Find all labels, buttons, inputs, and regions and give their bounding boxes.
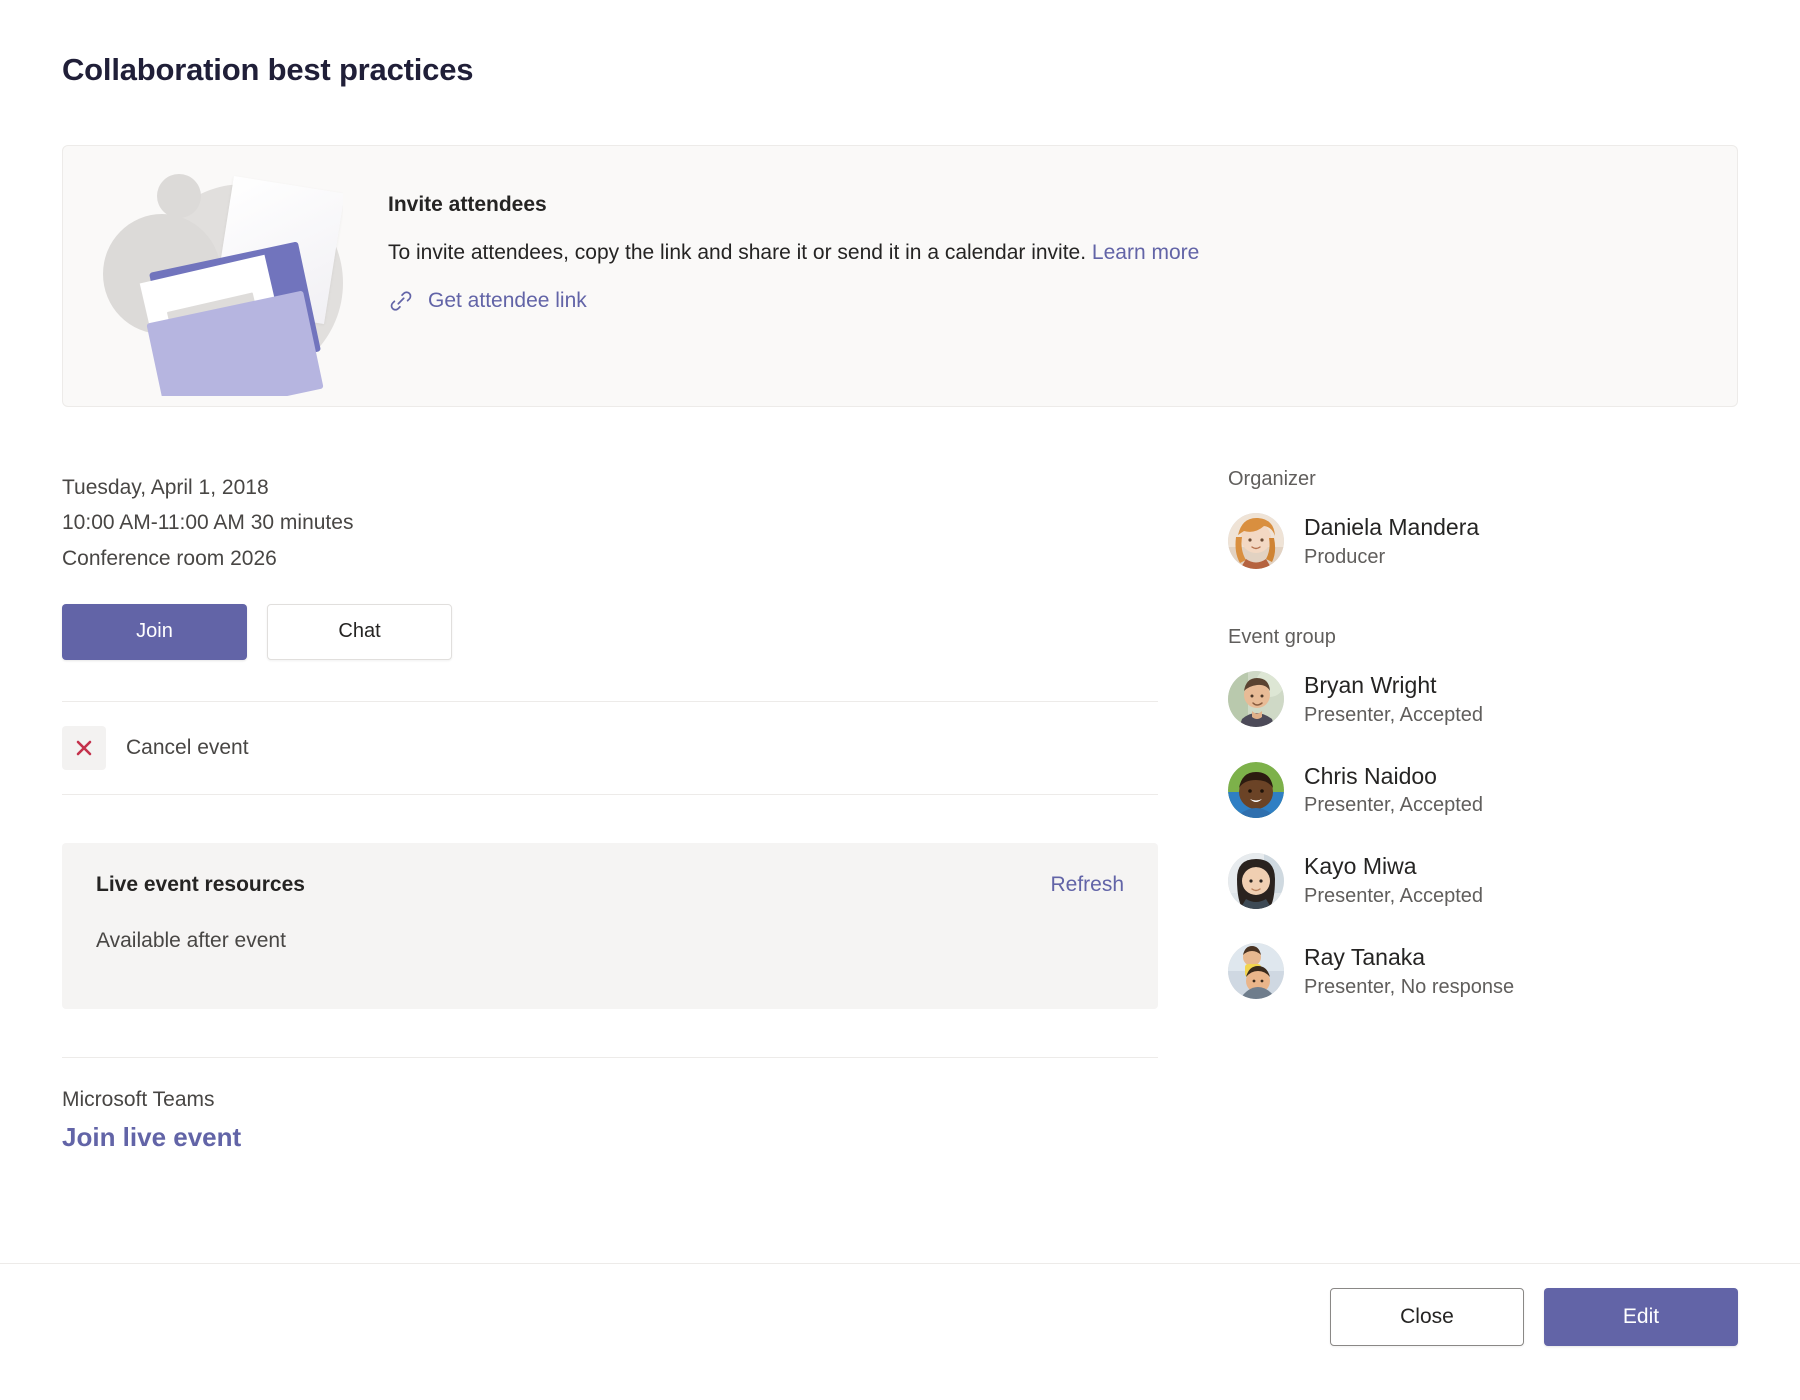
event-group-member-row[interactable]: Ray Tanaka Presenter, No response [1228, 943, 1514, 1000]
avatar [1228, 943, 1284, 999]
avatar [1228, 853, 1284, 909]
member-info: Ray Tanaka Presenter, No response [1304, 943, 1514, 1000]
refresh-link[interactable]: Refresh [1050, 873, 1124, 897]
join-button[interactable]: Join [62, 604, 247, 660]
avatar [1228, 671, 1284, 727]
event-date: Tuesday, April 1, 2018 [62, 470, 1158, 505]
close-x-icon [62, 726, 106, 770]
organizer-section-label: Organizer [1228, 468, 1748, 491]
event-action-buttons: Join Chat [62, 604, 1158, 660]
invite-card-content: Invite attendees To invite attendees, co… [388, 193, 1697, 314]
chat-button[interactable]: Chat [267, 604, 452, 660]
page-title: Collaboration best practices [62, 52, 473, 88]
member-role: Presenter, Accepted [1304, 792, 1483, 818]
invite-card-heading: Invite attendees [388, 193, 1697, 217]
member-name: Chris Naidoo [1304, 762, 1483, 791]
live-event-resources-panel: Live event resources Refresh Available a… [62, 843, 1158, 1009]
member-role: Presenter, Accepted [1304, 702, 1483, 728]
teams-app-label: Microsoft Teams [62, 1088, 1158, 1112]
resources-title: Live event resources [96, 873, 305, 897]
event-group-section-label: Event group [1228, 626, 1748, 649]
divider [62, 1057, 1158, 1058]
invite-attendees-card: Invite attendees To invite attendees, co… [62, 145, 1738, 407]
link-icon [388, 288, 414, 314]
organizer-name: Daniela Mandera [1304, 513, 1479, 542]
member-info: Kayo Miwa Presenter, Accepted [1304, 852, 1483, 909]
event-details-column: Tuesday, April 1, 2018 10:00 AM-11:00 AM… [62, 470, 1158, 1153]
teams-join-block: Microsoft Teams Join live event [62, 1088, 1158, 1153]
event-group-member-row[interactable]: Chris Naidoo Presenter, Accepted [1228, 762, 1483, 819]
get-attendee-link-label: Get attendee link [428, 289, 587, 313]
cancel-event-label: Cancel event [126, 736, 249, 760]
member-name: Bryan Wright [1304, 671, 1483, 700]
people-column: Organizer Daniela Mander [1228, 468, 1748, 1034]
cancel-event-button[interactable]: Cancel event [62, 702, 249, 794]
organizer-person-row[interactable]: Daniela Mandera Producer [1228, 513, 1479, 570]
resources-header-row: Live event resources Refresh [96, 873, 1124, 897]
member-role: Presenter, No response [1304, 974, 1514, 1000]
event-group-member-row[interactable]: Bryan Wright Presenter, Accepted [1228, 671, 1483, 728]
member-name: Kayo Miwa [1304, 852, 1483, 881]
invite-envelope-illustration [103, 156, 343, 396]
avatar [1228, 762, 1284, 818]
member-info: Chris Naidoo Presenter, Accepted [1304, 762, 1483, 819]
organizer-person-info: Daniela Mandera Producer [1304, 513, 1479, 570]
organizer-role: Producer [1304, 544, 1479, 570]
resources-status: Available after event [96, 929, 1124, 953]
footer-divider [0, 1263, 1800, 1264]
member-name: Ray Tanaka [1304, 943, 1514, 972]
event-time: 10:00 AM-11:00 AM 30 minutes [62, 505, 1158, 540]
get-attendee-link-button[interactable]: Get attendee link [388, 288, 587, 314]
illustration-head-circle [157, 174, 201, 218]
member-info: Bryan Wright Presenter, Accepted [1304, 671, 1483, 728]
member-role: Presenter, Accepted [1304, 883, 1483, 909]
avatar [1228, 513, 1284, 569]
footer-actions: Close Edit [1330, 1288, 1738, 1346]
join-live-event-link[interactable]: Join live event [62, 1122, 241, 1153]
invite-card-description: To invite attendees, copy the link and s… [388, 240, 1697, 265]
edit-button[interactable]: Edit [1544, 1288, 1738, 1346]
event-group-member-row[interactable]: Kayo Miwa Presenter, Accepted [1228, 852, 1483, 909]
divider [62, 794, 1158, 795]
learn-more-link[interactable]: Learn more [1092, 241, 1199, 264]
event-location: Conference room 2026 [62, 541, 1158, 576]
close-button[interactable]: Close [1330, 1288, 1524, 1346]
invite-description-text: To invite attendees, copy the link and s… [388, 241, 1086, 264]
